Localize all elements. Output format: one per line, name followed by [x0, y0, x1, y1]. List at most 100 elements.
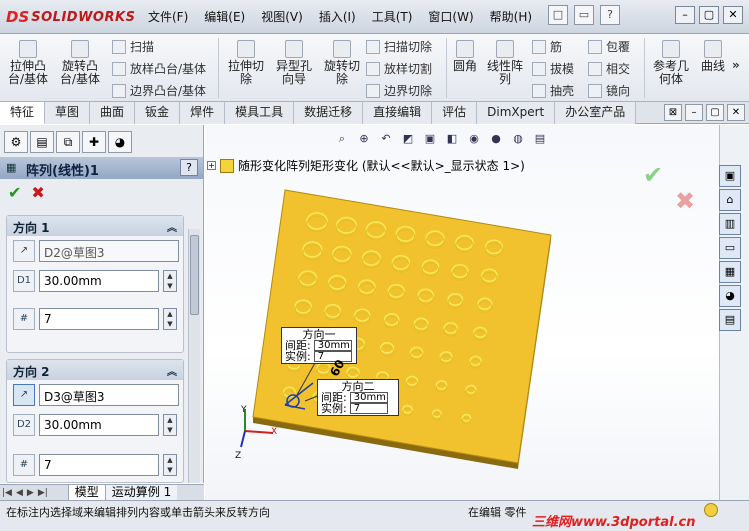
new-document-icon[interactable]: □ [548, 5, 568, 25]
direction1-instances-field[interactable]: 7 [39, 308, 159, 330]
direction2-instances-spinner[interactable]: ▲ ▼ [163, 454, 177, 476]
rib-button[interactable]: 筋 [532, 38, 562, 55]
edit-appearance-icon[interactable]: ● [487, 131, 505, 148]
callout-spacing-value[interactable]: 30mm [313, 340, 352, 351]
direction2-spacing-field[interactable]: 30.00mm [39, 414, 159, 436]
loft-boss-button[interactable]: 放样凸台/基体 [112, 60, 206, 77]
direction1-instances-spinner[interactable]: ▲ ▼ [163, 308, 177, 330]
menu-edit[interactable]: 编辑(E) [196, 8, 253, 25]
direction1-callout[interactable]: 方向一 间距: 30mm 实例: 7 [281, 327, 357, 364]
search-help-icon[interactable]: ? [600, 5, 620, 25]
swept-cut-button[interactable]: 扫描切除 [366, 38, 432, 55]
confirm-corner-cancel-icon[interactable]: ✖ [675, 187, 695, 215]
feature-manager-icon[interactable]: ⚙ [4, 131, 28, 153]
design-library-icon[interactable]: ▥ [719, 213, 741, 235]
cancel-button[interactable]: ✖ [31, 183, 44, 202]
tab-weldments[interactable]: 焊件 [180, 102, 226, 124]
collapse-icon[interactable]: ︽ [167, 363, 177, 378]
tab-surfaces[interactable]: 曲面 [90, 102, 136, 124]
minimize-doc-icon[interactable]: – [685, 104, 703, 121]
confirm-corner-ok-icon[interactable]: ✔ [643, 161, 663, 189]
configuration-manager-icon[interactable]: ⧉ [56, 131, 80, 153]
help-balloon-icon[interactable] [704, 503, 718, 517]
direction1-reference-field[interactable]: D2@草图3 [39, 240, 179, 262]
home-icon[interactable]: ⌂ [719, 189, 741, 211]
tab-mold-tools[interactable]: 模具工具 [225, 102, 295, 124]
tab-dimxpert[interactable]: DimXpert [477, 102, 556, 124]
view-orientation-icon[interactable]: ▣ [421, 131, 439, 148]
graphics-area[interactable]: ⌕ ⊕ ↶ ◩ ▣ ◧ ◉ ● ◍ ▤ + 随形变化阵列矩形变化 (默认<<默认… [205, 125, 719, 500]
tab-sheet-metal[interactable]: 钣金 [135, 102, 181, 124]
intersect-button[interactable]: 相交 [588, 60, 630, 77]
direction2-callout[interactable]: 方向二 间距: 30mm 实例: 7 [317, 379, 399, 416]
ribbon-more-button[interactable]: » [732, 58, 740, 72]
hide-show-items-icon[interactable]: ◉ [465, 131, 483, 148]
minimize-icon[interactable]: – [675, 6, 695, 24]
callout-count-value[interactable]: 7 [349, 403, 388, 414]
tab-sketch[interactable]: 草图 [45, 102, 91, 124]
tab-direct-editing[interactable]: 直接编辑 [363, 102, 433, 124]
restore-doc-icon[interactable]: ▢ [706, 104, 724, 121]
solidworks-logo[interactable]: DS SOLIDWORKS [6, 6, 135, 28]
ok-button[interactable]: ✔ [8, 183, 21, 202]
part-name[interactable]: 随形变化阵列矩形变化 (默认<<默认>_显示状态 1>) [238, 157, 525, 174]
reverse-direction-icon[interactable]: ↗ [13, 240, 35, 262]
next-tab-icon[interactable]: ▶ [25, 488, 36, 498]
section-view-icon[interactable]: ◩ [399, 131, 417, 148]
revolved-cut-button[interactable]: 旋转切 除 [320, 40, 364, 86]
view-settings-icon[interactable]: ▤ [531, 131, 549, 148]
mirror-button[interactable]: 镜向 [588, 82, 630, 99]
hole-wizard-button[interactable]: 异型孔 向导 [272, 40, 316, 86]
custom-properties-icon[interactable]: ▤ [719, 309, 741, 331]
wrap-button[interactable]: 包覆 [588, 38, 630, 55]
direction2-header[interactable]: 方向 2 ︽ [7, 360, 183, 380]
pin-icon[interactable]: ⊠ [664, 104, 682, 121]
zoom-to-area-icon[interactable]: ⊕ [355, 131, 373, 148]
direction1-spacing-field[interactable]: 30.00mm [39, 270, 159, 292]
property-manager-icon[interactable]: ▤ [30, 131, 54, 153]
zoom-to-fit-icon[interactable]: ⌕ [333, 131, 351, 148]
view-palette-icon[interactable]: ▦ [719, 261, 741, 283]
collapse-icon[interactable]: ︽ [167, 219, 177, 234]
restore-icon[interactable]: ▢ [699, 6, 719, 24]
apply-scene-icon[interactable]: ◍ [509, 131, 527, 148]
menu-insert[interactable]: 插入(I) [311, 8, 364, 25]
lofted-cut-button[interactable]: 放样切割 [366, 60, 432, 77]
linear-pattern-button[interactable]: 线性阵 列 [484, 40, 526, 86]
reverse-direction-icon[interactable]: ↗ [13, 384, 35, 406]
expand-icon[interactable]: + [207, 161, 216, 170]
help-button[interactable]: ? [180, 159, 198, 176]
tab-office-products[interactable]: 办公室产品 [555, 102, 637, 124]
extruded-boss-button[interactable]: 拉伸凸 台/基体 [6, 40, 50, 86]
previous-view-icon[interactable]: ↶ [377, 131, 395, 148]
direction1-header[interactable]: 方向 1 ︽ [7, 216, 183, 236]
boundary-cut-button[interactable]: 边界切除 [366, 82, 432, 99]
menu-help[interactable]: 帮助(H) [482, 8, 540, 25]
shell-button[interactable]: 抽壳 [532, 82, 574, 99]
prev-tab-icon[interactable]: ◀ [14, 488, 25, 498]
open-folder-icon[interactable]: ▭ [574, 5, 594, 25]
sweep-button[interactable]: 扫描 [112, 38, 154, 55]
tab-data-migration[interactable]: 数据迁移 [294, 102, 364, 124]
appearances-icon[interactable]: ◕ [719, 285, 741, 307]
menu-window[interactable]: 窗口(W) [420, 8, 481, 25]
file-explorer-icon[interactable]: ▭ [719, 237, 741, 259]
draft-button[interactable]: 拔模 [532, 60, 574, 77]
dimxpert-manager-icon[interactable]: ✚ [82, 131, 106, 153]
reference-geometry-button[interactable]: 参考几 何体 [650, 40, 692, 86]
direction2-reference-field[interactable]: D3@草图3 [39, 384, 179, 406]
first-tab-icon[interactable]: |◀ [0, 488, 14, 498]
tab-evaluate[interactable]: 评估 [432, 102, 478, 124]
tab-motion-study[interactable]: 运动算例 1 [104, 484, 178, 501]
curves-button[interactable]: 曲线 [698, 40, 728, 73]
revolved-boss-button[interactable]: 旋转凸 台/基体 [58, 40, 102, 86]
menu-tools[interactable]: 工具(T) [364, 8, 421, 25]
fillet-button[interactable]: 圆角 [450, 40, 480, 73]
tab-model[interactable]: 模型 [67, 484, 105, 501]
last-tab-icon[interactable]: ▶| [36, 488, 50, 498]
direction2-instances-field[interactable]: 7 [39, 454, 159, 476]
direction2-spacing-spinner[interactable]: ▲ ▼ [163, 414, 177, 436]
close-doc-icon[interactable]: ✕ [727, 104, 745, 121]
display-style-icon[interactable]: ◧ [443, 131, 461, 148]
display-manager-icon[interactable]: ◕ [108, 131, 132, 153]
